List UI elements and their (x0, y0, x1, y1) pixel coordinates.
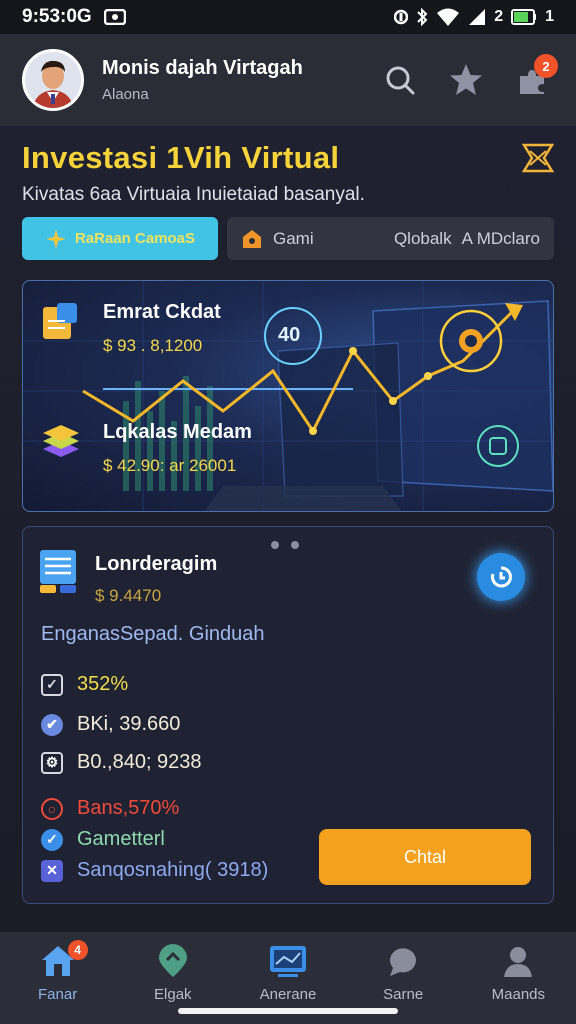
tab-bar: RaRaan CamoaS Gami Qlobalk A MDclaro (22, 217, 554, 260)
investment-detail-card: Lonrderagim $ 9.4470 EnganasSepad. Gindu… (22, 526, 554, 904)
nav-label: Fanar (38, 986, 78, 1003)
coin-icon: ✔ (41, 713, 63, 736)
nav-item-chat[interactable]: Sarne (353, 944, 453, 1003)
stat-value: BKi, 39.660 (77, 713, 181, 735)
nav-label: Anerane (259, 986, 317, 1003)
primary-action-button[interactable]: Chtal (319, 829, 531, 885)
nfc-icon (394, 9, 409, 25)
page-title: Investasi 1Vih Virtual (22, 140, 340, 175)
tab-third-label[interactable]: Qlobalk (394, 229, 452, 249)
home-pentagon-icon (243, 229, 261, 248)
app-header: Monis dajah Virtagah Alaona 2 (0, 34, 576, 126)
nav-label: Maands (491, 986, 546, 1003)
status-bar: 9:53:0G 2 1 (0, 0, 576, 34)
document-icon (43, 303, 77, 339)
close-box-icon: ✕ (41, 859, 63, 882)
map-pin-icon (158, 944, 187, 977)
nav-badge: 4 (67, 940, 88, 960)
tab-fourth-label[interactable]: A MDclaro (462, 229, 540, 249)
battery-icon (511, 9, 537, 25)
stack-icon (43, 425, 79, 457)
stat-value: Bans,570% (77, 797, 180, 819)
target-icon: ○ (41, 797, 63, 820)
hero-item-1-value: $ 93 . 8,1200 (103, 336, 203, 355)
nav-label: Sarne (383, 986, 424, 1003)
stat-row: ✓ Gametterl (41, 828, 165, 851)
card-title: Lonrderagim (95, 553, 218, 575)
stat-value: 352% (77, 673, 129, 695)
hero-item-1-label: Emrat Ckdat (103, 301, 221, 323)
user-subtitle: Alaona (102, 86, 149, 103)
star-icon (450, 64, 482, 95)
nav-item-home[interactable]: 4 Fanar (8, 940, 108, 1003)
check-badge-icon: ✓ (41, 828, 63, 851)
wallet-icon (40, 550, 76, 593)
signal-icon (469, 9, 486, 25)
stat-value: Gametterl (77, 828, 165, 850)
tab-secondary[interactable]: Gami Qlobalk A MDclaro (227, 217, 554, 260)
wifi-icon (437, 8, 460, 26)
card-section-title: EnganasSepad. Ginduah (41, 623, 265, 645)
stat-row: ✓ 352% (41, 673, 128, 696)
hero-chart-card[interactable]: 40 Emrat Ckdat $ 93 . 8,1200 Lqkalas Med… (22, 280, 554, 512)
checkbox-icon[interactable]: ✓ (41, 673, 63, 696)
pagination-dots[interactable] (271, 541, 299, 549)
nav-item-explore[interactable]: Elgak (123, 944, 223, 1003)
refresh-icon (491, 566, 512, 588)
hero-chart-badge: 40 (278, 324, 301, 346)
sparkle-icon (45, 228, 66, 249)
page-subtitle: Kivatas 6aa Virtuaia Inuietaiad basanyal… (22, 184, 365, 205)
tab-active-label: RaRaan CamoaS (74, 230, 196, 247)
notification-badge: 2 (534, 54, 558, 78)
main-content: Investasi 1Vih Virtual Kivatas 6aa Virtu… (0, 126, 576, 932)
hero-item-2[interactable]: Lqkalas Medam $ 42.90: ar 26001 (41, 421, 252, 476)
hero-item-1[interactable]: Emrat Ckdat $ 93 . 8,1200 (41, 301, 221, 356)
tab-secondary-label: Gami (273, 228, 314, 248)
gear-icon: ⚙ (41, 751, 63, 774)
stat-row: ⚙ B0.,840; 9238 (41, 751, 202, 774)
battery-suffix: 1 (545, 8, 554, 25)
monitor-icon (269, 946, 306, 977)
ribbon-icon[interactable] (522, 143, 554, 173)
stat-row: ✕ Sanqosnahing( 3918) (41, 859, 268, 882)
battery-level: 2 (494, 8, 504, 25)
search-icon (386, 66, 415, 95)
status-time: 9:53:0G (22, 6, 92, 27)
favorites-button[interactable] (444, 58, 488, 102)
chat-icon (390, 948, 417, 976)
hero-item-2-label: Lqkalas Medam (103, 421, 252, 443)
tab-active[interactable]: RaRaan CamoaS (22, 217, 218, 260)
bluetooth-icon (417, 8, 428, 26)
home-indicator[interactable] (178, 1008, 398, 1014)
nav-label: Elgak (154, 986, 192, 1003)
stat-value: B0.,840; 9238 (77, 751, 202, 773)
refresh-button[interactable] (477, 553, 525, 601)
nav-item-profile[interactable]: Maands (468, 944, 568, 1003)
nav-item-portfolio[interactable]: Anerane (238, 944, 338, 1003)
stat-row: ✔ BKi, 39.660 (41, 713, 180, 736)
stat-row: ○ Bans,570% (41, 797, 179, 820)
person-icon (504, 947, 533, 977)
avatar[interactable] (22, 49, 84, 111)
card-value: $ 9.4470 (95, 586, 162, 605)
stat-value: Sanqosnahing( 3918) (77, 859, 269, 881)
user-name: Monis dajah Virtagah (102, 57, 303, 79)
search-button[interactable] (378, 58, 422, 102)
hero-item-2-value: $ 42.90: ar 26001 (103, 456, 237, 475)
cast-icon (103, 9, 126, 25)
notifications-button[interactable]: 2 (510, 54, 558, 102)
